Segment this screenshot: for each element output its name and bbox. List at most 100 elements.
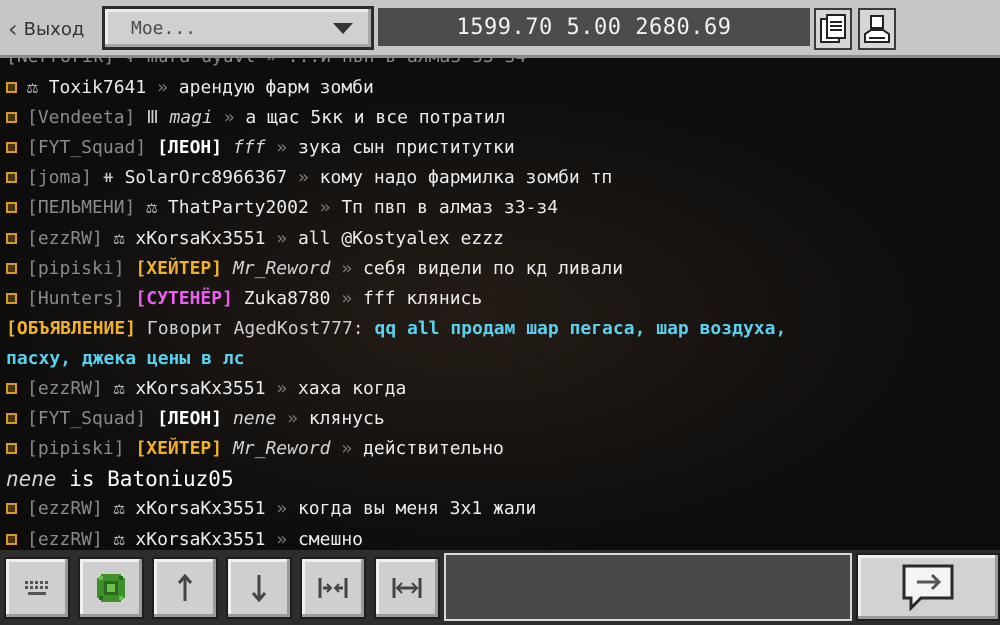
clan-tag: [Hunters]: [27, 288, 125, 309]
message-text: fff клянись: [363, 288, 483, 309]
separator: »: [223, 107, 235, 128]
player-name: magi: [169, 107, 213, 128]
clan-tag: [ezzRW]: [27, 529, 103, 550]
rank-badge: [ЛЕОН]: [157, 137, 223, 158]
chat-message-partial: [Nerrorik] ₮ mura-uyuvl » ...и пвп в алм…: [0, 58, 526, 72]
clan-tag: [ezzRW]: [27, 378, 103, 399]
notice-text: is Batoniuz05: [69, 467, 234, 491]
channel-dropdown-value: Мое...: [131, 17, 197, 39]
chat-bullet-icon: [6, 533, 17, 545]
channel-dropdown[interactable]: Мое...: [102, 6, 374, 50]
coordinates-display: 1599.70 5.00 2680.69: [378, 8, 810, 46]
chat-bullet-icon: [6, 502, 17, 514]
chat-input[interactable]: [444, 553, 852, 621]
chat-message: [ПЕЛЬМЕНИ] ⚖ ThatParty2002 » Тп пвп в ал…: [0, 193, 558, 223]
announcement-text: пасху, джека цены в лс: [6, 348, 245, 369]
separator: »: [341, 438, 353, 459]
message-text: себя видели по кд ливали: [363, 258, 624, 279]
chat-message: [pipiski] [ХЕЙТЕР] Mr_Reword » действите…: [0, 434, 504, 464]
separator: »: [276, 378, 288, 399]
chat-bullet-icon: [6, 171, 17, 183]
chevron-left-icon: ‹: [8, 15, 18, 43]
rank-glyph-icon: ⚖: [27, 77, 38, 98]
message-text: арендую фарм зомби: [178, 77, 374, 98]
clan-tag: [Vendeeta]: [27, 107, 136, 128]
emote-icon: [97, 574, 125, 602]
chat-message: [ezzRW] ⚖ xKorsaKx3551 » all @Kostyalex …: [0, 224, 504, 254]
clan-tag: [pipiski]: [27, 438, 125, 459]
message-text: клянусь: [308, 408, 385, 429]
separator: »: [157, 77, 168, 98]
chat-bullet-icon: [6, 141, 17, 153]
chat-message: [FYT_Squad] [ЛЕОН] nene » клянусь: [0, 404, 385, 434]
chat-message: ⚖ Toxik7641 » арендую фарм зомби: [0, 73, 374, 103]
announcement-message: [ОБЪЯВЛЕНИЕ] Говорит AgedKost777: qq all…: [0, 314, 786, 344]
announcement-text: qq all продам шар пегаса, шар воздуха,: [374, 318, 787, 339]
separator: »: [341, 288, 353, 309]
rank-badge: [ЛЕОН]: [157, 408, 223, 429]
clan-tag: [FYT_Squad]: [27, 137, 147, 158]
chat-bullet-icon: [6, 262, 17, 274]
separator: »: [276, 228, 288, 249]
scroll-up-button[interactable]: [152, 557, 218, 619]
bottom-bar: [0, 550, 1000, 625]
message-text: а щас 5кк и все потратил: [245, 107, 506, 128]
clan-tag: [pipiski]: [27, 258, 125, 279]
player-name: xKorsaKx3551: [135, 498, 266, 519]
rank-glyph-icon: Ⅲ: [146, 107, 159, 128]
chat-log[interactable]: [Nerrorik] ₮ mura-uyuvl » ...и пвп в алм…: [0, 58, 1000, 550]
message-text: кому надо фармилка зомби тп: [319, 167, 613, 188]
clipboard-icon: [820, 14, 846, 43]
back-button[interactable]: ‹ Выход: [8, 10, 100, 48]
chat-message: [Hunters] [СУТЕНЁР] Zuka8780 » fff кляни…: [0, 284, 482, 314]
message-text: зука сын приститутки: [297, 137, 515, 158]
player-name: xKorsaKx3551: [135, 529, 266, 550]
separator: »: [297, 167, 309, 188]
expand-button[interactable]: [374, 557, 440, 619]
chat-message: [ezzRW] ⚖ xKorsaKx3551 » смешно: [0, 525, 363, 550]
separator: »: [276, 529, 288, 550]
scroll-down-button[interactable]: [226, 557, 292, 619]
arrow-down-icon: [251, 575, 267, 603]
rank-glyph-icon: ⚖: [146, 197, 158, 218]
separator: »: [276, 498, 288, 519]
rank-badge: [СУТЕНЁР]: [135, 288, 233, 309]
separator: »: [319, 197, 331, 218]
player-name: xKorsaKx3551: [135, 378, 266, 399]
clan-tag: [joma]: [27, 167, 93, 188]
chat-bullet-icon: [6, 111, 17, 123]
separator: »: [341, 258, 353, 279]
top-bar: ‹ Выход Мое... 1599.70 5.00 2680.69: [0, 0, 1000, 58]
chat-message: [pipiski] [ХЕЙТЕР] Mr_Reword » себя виде…: [0, 254, 623, 284]
arrow-up-icon: [177, 573, 193, 601]
chat-bullet-icon: [6, 81, 17, 93]
keyboard-icon: [25, 581, 48, 595]
clan-tag: [ezzRW]: [27, 228, 103, 249]
send-button[interactable]: [856, 553, 1000, 621]
player-name: Mr_Reword: [232, 438, 331, 459]
collapse-button[interactable]: [300, 557, 366, 619]
message-text: смешно: [297, 529, 363, 550]
player-name: Toxik7641: [48, 77, 147, 98]
chat-message: [ezzRW] ⚖ xKorsaKx3551 » хаха когда: [0, 374, 406, 404]
profile-icon: [864, 15, 890, 43]
message-text: когда вы меня 3х1 жали: [297, 498, 537, 519]
chat-bullet-icon: [6, 442, 17, 454]
keyboard-button[interactable]: [4, 557, 70, 619]
emote-button[interactable]: [78, 557, 144, 619]
chat-bullet-icon: [6, 232, 17, 244]
back-label: Выход: [23, 18, 85, 40]
message-text: Тп пвп в алмаз з3-з4: [341, 197, 559, 218]
chat-message: [FYT_Squad] [ЛЕОН] fff » зука сын присти…: [0, 133, 515, 163]
rank-glyph-icon: ⧺: [102, 167, 114, 188]
player-name: xKorsaKx3551: [135, 228, 266, 249]
clan-tag: [FYT_Squad]: [27, 408, 147, 429]
nick-notice: nene is Batoniuz05: [0, 464, 234, 494]
paste-button[interactable]: [814, 8, 852, 50]
clan-tag: [ПЕЛЬМЕНИ]: [27, 197, 136, 218]
rank-glyph-icon: ⚖: [113, 228, 125, 249]
expand-icon: [392, 578, 422, 598]
player-name: Mr_Reword: [232, 258, 331, 279]
profile-button[interactable]: [858, 8, 896, 50]
chat-bullet-icon: [6, 292, 17, 304]
